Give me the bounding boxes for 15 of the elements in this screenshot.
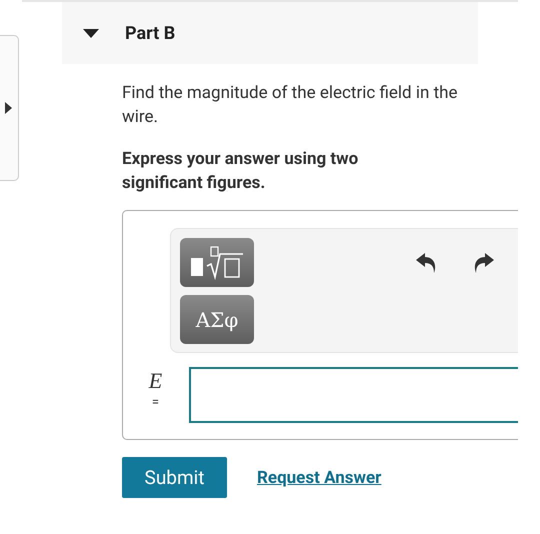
- symbols-button[interactable]: ΑΣφ: [180, 295, 254, 344]
- template-button[interactable]: [180, 238, 254, 287]
- part-title: Part B: [125, 22, 176, 44]
- equals-sign: =: [152, 395, 160, 410]
- request-answer-link[interactable]: Request Answer: [257, 468, 382, 488]
- expand-arrow-icon: [5, 102, 12, 114]
- variable-label: E: [148, 367, 162, 395]
- part-header[interactable]: Part B: [62, 2, 478, 64]
- instruction-text: Express your answer using two significant figures.: [122, 148, 360, 195]
- undo-icon[interactable]: [416, 253, 438, 273]
- caret-icon: [83, 28, 99, 38]
- question-text: Find the magnitude of the electric field in the wire.: [122, 82, 459, 129]
- answer-field[interactable]: [189, 367, 518, 423]
- submit-button[interactable]: Submit: [122, 457, 227, 498]
- redo-icon[interactable]: [472, 253, 494, 273]
